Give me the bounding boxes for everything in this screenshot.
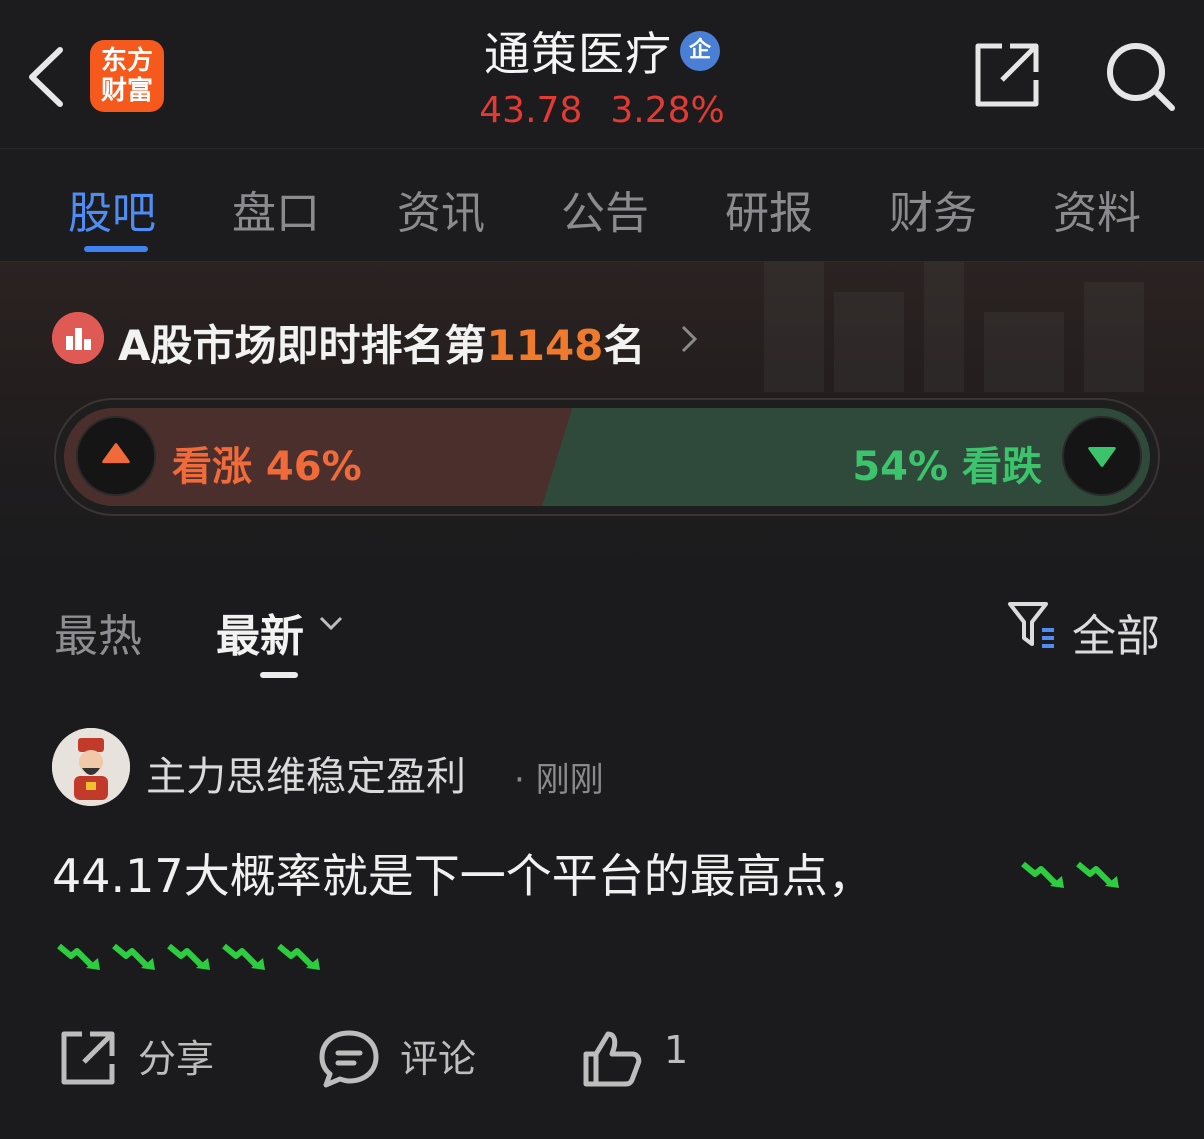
- tab-profile[interactable]: 资料: [1053, 177, 1141, 241]
- vote-up-button[interactable]: [76, 416, 156, 496]
- stock-name: 通策医疗: [484, 27, 672, 81]
- filter-icon[interactable]: [1006, 600, 1058, 650]
- chevron-down-icon[interactable]: [318, 614, 344, 632]
- active-tab-indicator: [84, 246, 148, 252]
- thumbs-up-icon[interactable]: [582, 1028, 644, 1090]
- chart-decoration-icon: [764, 262, 1144, 392]
- ranking-icon: [52, 312, 104, 364]
- sort-active-indicator: [260, 672, 298, 678]
- triangle-down-icon: [1088, 446, 1116, 467]
- filter-all-label[interactable]: 全部: [1072, 600, 1160, 664]
- emoji-row-1: [1020, 858, 1130, 896]
- sort-latest-tab[interactable]: 最新: [216, 600, 304, 664]
- sentiment-panel: A股市场即时排名第1148名 看涨 46% 54% 看跌: [0, 262, 1204, 562]
- share-post-icon[interactable]: [56, 1028, 118, 1090]
- tab-finance[interactable]: 财务: [889, 177, 977, 241]
- enterprise-badge: 企: [680, 31, 720, 71]
- sort-hot-tab[interactable]: 最热: [54, 600, 142, 664]
- comment-button[interactable]: 评论: [400, 1028, 476, 1083]
- share-button[interactable]: 分享: [138, 1028, 214, 1083]
- down-trend-icon: [167, 943, 210, 970]
- bullish-label: 看涨 46%: [172, 444, 362, 490]
- ranking-suffix: 名: [603, 321, 646, 370]
- vote-down-button[interactable]: [1062, 416, 1142, 496]
- avatar[interactable]: [52, 728, 130, 806]
- post-author[interactable]: 主力思维稳定盈利: [146, 744, 466, 802]
- post-time: · 刚刚: [514, 760, 604, 800]
- bearish-label: 54% 看跌: [852, 444, 1042, 490]
- main-tabs: 股吧 盘口 资讯 公告 研报 财务 资料: [0, 149, 1204, 262]
- emoji-row-2: [56, 940, 331, 978]
- like-count[interactable]: 1: [664, 1028, 688, 1072]
- down-trend-icon: [1076, 861, 1119, 888]
- stock-price: 43.78: [479, 90, 583, 131]
- down-trend-icon: [112, 943, 155, 970]
- bearish-segment: [542, 408, 1150, 506]
- tab-news[interactable]: 资讯: [397, 177, 485, 241]
- app-header: 东方 财富 通策医疗企 43.78 3.28%: [0, 0, 1204, 149]
- sentiment-bar: 看涨 46% 54% 看跌: [54, 398, 1160, 516]
- stock-change-pct: 3.28%: [610, 90, 725, 131]
- down-trend-icon: [57, 943, 100, 970]
- ranking-prefix: A股市场即时排名第: [118, 321, 487, 370]
- ranking-number: 1148: [486, 321, 604, 370]
- chevron-right-icon[interactable]: [680, 324, 698, 354]
- down-trend-icon: [222, 943, 265, 970]
- search-icon[interactable]: [1104, 40, 1178, 114]
- post-content[interactable]: 44.17大概率就是下一个平台的最高点，: [52, 848, 1162, 904]
- share-icon[interactable]: [972, 40, 1042, 110]
- down-trend-icon: [1021, 861, 1064, 888]
- tab-research[interactable]: 研报: [725, 177, 813, 241]
- tab-guba[interactable]: 股吧: [68, 177, 156, 241]
- tab-pankou[interactable]: 盘口: [232, 177, 320, 241]
- post-text: 44.17大概率就是下一个平台的最高点，: [52, 849, 874, 903]
- triangle-up-icon: [102, 443, 130, 464]
- market-ranking[interactable]: A股市场即时排名第1148名: [118, 312, 645, 373]
- comment-icon[interactable]: [318, 1028, 380, 1090]
- down-trend-icon: [277, 943, 320, 970]
- caishen-avatar-icon: [52, 728, 130, 806]
- tab-announcements[interactable]: 公告: [561, 177, 649, 241]
